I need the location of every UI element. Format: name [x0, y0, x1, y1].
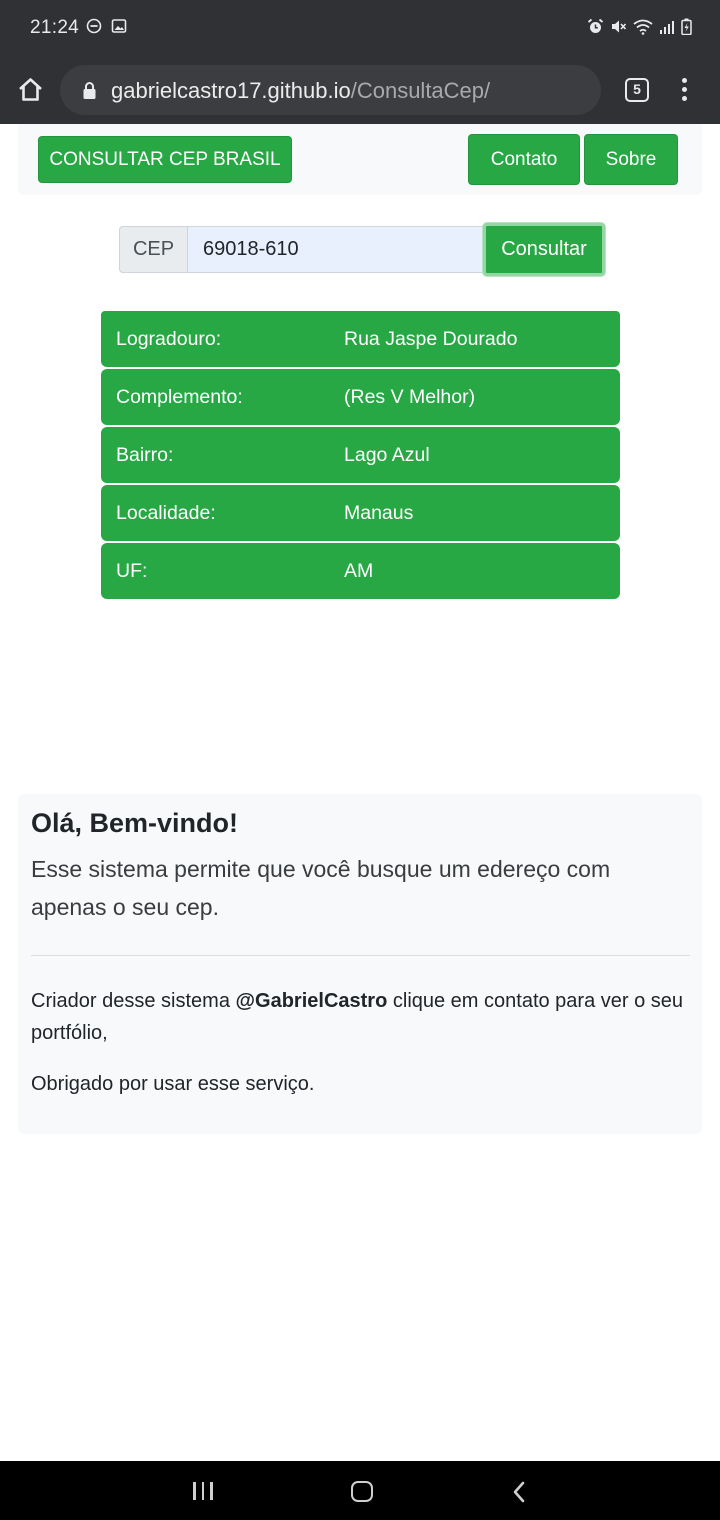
system-navigation-bar — [0, 1461, 720, 1520]
lock-icon — [83, 82, 96, 99]
result-row-bairro: Bairro: Lago Azul — [101, 427, 620, 483]
welcome-title: Olá, Bem-vindo! — [31, 808, 239, 838]
result-label: UF: — [116, 560, 148, 582]
site-navbar: CONSULTAR CEP BRASIL Contato Sobre — [18, 124, 702, 195]
cep-input[interactable]: 69018-610 — [187, 226, 484, 273]
welcome-panel: Olá, Bem-vindo! Esse sistema permite que… — [18, 794, 702, 1134]
result-value: Manaus — [344, 502, 414, 524]
result-value: Rua Jaspe Dourado — [344, 328, 518, 350]
contato-button[interactable]: Contato — [468, 134, 580, 185]
creator-name: @GabrielCastro — [235, 990, 388, 1012]
divider — [31, 955, 690, 956]
do-not-disturb-icon — [86, 18, 102, 34]
mute-icon — [612, 20, 627, 33]
cep-prefix-label: CEP — [119, 226, 188, 273]
url-host: gabrielcastro17.github.io — [111, 78, 351, 103]
overflow-menu-icon[interactable] — [682, 78, 687, 101]
brand-button[interactable]: CONSULTAR CEP BRASIL — [38, 136, 292, 183]
thanks-text: Obrigado por usar esse serviço. — [31, 1073, 315, 1095]
wifi-icon — [633, 19, 653, 35]
result-value: Lago Azul — [344, 444, 430, 466]
result-row-logradouro: Logradouro: Rua Jaspe Dourado — [101, 311, 620, 367]
tab-switcher-icon[interactable]: 5 — [625, 78, 649, 102]
address-bar[interactable]: gabrielcastro17.github.io/ConsultaCep/ — [60, 65, 601, 115]
result-row-uf: UF: AM — [101, 543, 620, 599]
result-label: Bairro: — [116, 444, 174, 466]
status-right-icons — [587, 18, 692, 35]
address-results: Logradouro: Rua Jaspe Dourado Complement… — [101, 311, 620, 601]
battery-icon — [681, 18, 692, 35]
consultar-button[interactable]: Consultar — [483, 223, 605, 276]
alarm-icon — [587, 18, 604, 33]
result-row-complemento: Complemento: (Res V Melhor) — [101, 369, 620, 425]
recents-icon[interactable] — [193, 1482, 213, 1500]
status-bar: 21:24 — [0, 0, 720, 56]
creator-prefix: Criador desse sistema — [31, 990, 236, 1012]
home-icon[interactable] — [17, 76, 44, 103]
signal-icon — [660, 20, 674, 34]
welcome-lead: Esse sistema permite que você busque um … — [31, 856, 611, 920]
result-label: Logradouro: — [116, 328, 222, 350]
result-value: AM — [344, 560, 374, 582]
url-text: gabrielcastro17.github.io/ConsultaCep/ — [111, 78, 490, 104]
url-path: /ConsultaCep/ — [350, 78, 491, 103]
creator-text: Criador desse sistema @GabrielCastro cli… — [31, 985, 695, 1049]
image-icon — [111, 19, 127, 33]
result-row-localidade: Localidade: Manaus — [101, 485, 620, 541]
sobre-button[interactable]: Sobre — [584, 134, 678, 185]
status-time: 21:24 — [30, 17, 80, 38]
status-left-icons — [86, 18, 127, 34]
result-value: (Res V Melhor) — [344, 386, 476, 408]
browser-toolbar: gabrielcastro17.github.io/ConsultaCep/ 5 — [0, 56, 720, 124]
result-label: Complemento: — [116, 386, 243, 408]
home-nav-icon[interactable] — [351, 1481, 373, 1502]
back-icon[interactable] — [511, 1480, 527, 1504]
result-label: Localidade: — [116, 502, 216, 524]
